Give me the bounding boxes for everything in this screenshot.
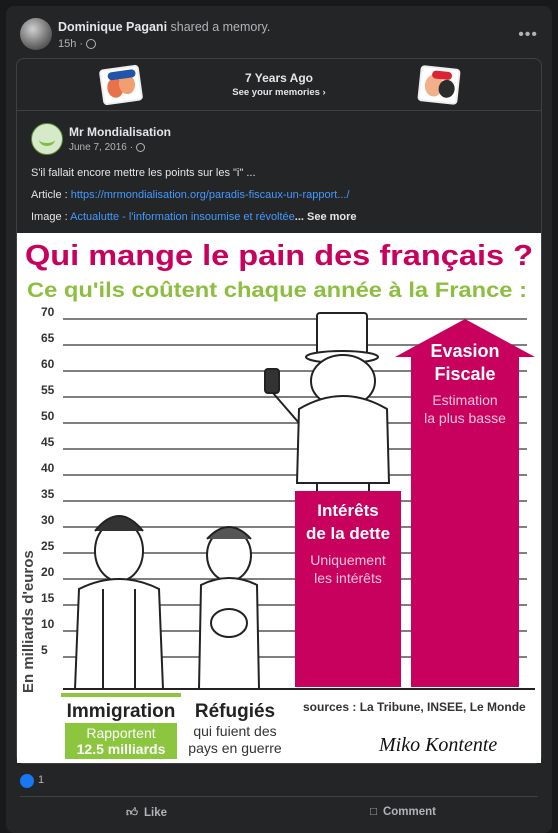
y-tick-label: 10 bbox=[41, 617, 55, 631]
memory-card: 7 Years Ago See your memories › Mr Mondi… bbox=[16, 58, 542, 764]
y-tick-label: 25 bbox=[41, 539, 55, 553]
more-options-icon[interactable]: ••• bbox=[518, 26, 538, 44]
bar2-sub-1: Estimation bbox=[432, 392, 497, 408]
post-header: Dominique Pagani shared a memory. 15h · … bbox=[20, 16, 540, 56]
refugee-illustration bbox=[197, 526, 261, 690]
thumbs-up-icon: 👍︎ bbox=[126, 807, 139, 819]
y-tick-label: 15 bbox=[41, 591, 55, 605]
article-link[interactable]: https://mrmondialisation.org/paradis-fis… bbox=[71, 189, 350, 201]
memory-title: 7 Years Ago bbox=[244, 71, 314, 85]
immigration-sub-2: 12.5 milliards bbox=[77, 741, 166, 757]
y-tick-label: 20 bbox=[41, 565, 55, 579]
bar1-sub-2: les intérêts bbox=[314, 570, 382, 586]
y-tick-label: 45 bbox=[41, 435, 55, 449]
signature: Miko Kontente bbox=[378, 734, 497, 756]
post-image[interactable]: Qui mange le pain des français ? Ce qu'i… bbox=[17, 233, 541, 763]
y-axis-label: En milliards d'euros bbox=[20, 550, 37, 693]
page-avatar[interactable] bbox=[31, 123, 63, 155]
bar-interets bbox=[295, 491, 401, 687]
post-text-line: S'il fallait encore mettre les points su… bbox=[31, 167, 256, 179]
memory-sticker-icon bbox=[417, 65, 461, 105]
post-author-line: Dominique Pagani shared a memory. bbox=[58, 20, 270, 34]
bar2-label-2: Fiscale bbox=[434, 364, 495, 384]
bar1-sub-1: Uniquement bbox=[310, 552, 386, 568]
reaction-count[interactable]: 1 bbox=[38, 774, 44, 786]
page-name[interactable]: Mr Mondialisation bbox=[69, 125, 171, 139]
image-subtitle: Ce qu'ils coûtent chaque année à la Fran… bbox=[27, 279, 527, 302]
immigration-sub-1: Rapportent bbox=[86, 725, 155, 741]
y-tick-label: 40 bbox=[41, 461, 55, 475]
bar2-sub-2: la plus basse bbox=[424, 410, 506, 426]
refugees-sub-1: qui fuient des bbox=[193, 723, 276, 739]
post-date-line: June 7, 2016 · bbox=[69, 142, 146, 153]
post-article-line: Article : https://mrmondialisation.org/p… bbox=[31, 189, 350, 201]
y-tick-label: 30 bbox=[41, 513, 55, 527]
immigration-bar bbox=[61, 693, 181, 697]
worker-illustration bbox=[73, 515, 165, 690]
comment-button[interactable]: □ Comment bbox=[370, 806, 436, 818]
post-meta: 15h · bbox=[58, 38, 97, 50]
immigration-label: Immigration bbox=[67, 701, 176, 722]
y-tick-label: 35 bbox=[41, 487, 55, 501]
author-name[interactable]: Dominique Pagani bbox=[58, 20, 167, 34]
see-memories-link[interactable]: See your memories › bbox=[17, 87, 541, 98]
globe-icon bbox=[86, 39, 97, 49]
avatar[interactable] bbox=[20, 18, 52, 50]
like-button[interactable]: 👍︎ Like bbox=[126, 806, 167, 820]
image-title: Qui mange le pain des français ? bbox=[25, 240, 533, 272]
post-time[interactable]: 15h bbox=[58, 38, 76, 50]
comment-icon: □ bbox=[370, 806, 377, 818]
post-image-line: Image : Actualutte - l'information insou… bbox=[31, 211, 357, 223]
memory-header: 7 Years Ago See your memories › bbox=[17, 59, 541, 111]
image-credit-link[interactable]: Actualutte - l'information insoumise et … bbox=[70, 211, 295, 223]
feed-post: Dominique Pagani shared a memory. 15h · … bbox=[6, 6, 552, 833]
y-tick-label: 70 bbox=[41, 305, 55, 319]
bar2-label-1: Evasion bbox=[430, 341, 499, 361]
y-tick-label: 50 bbox=[41, 409, 55, 423]
divider bbox=[20, 796, 538, 797]
banker-illustration bbox=[264, 312, 391, 491]
post-footer: 1 👍︎ Like □ Comment bbox=[6, 766, 552, 833]
refugees-label: Réfugiés bbox=[195, 701, 275, 722]
y-tick-label: 65 bbox=[41, 331, 55, 345]
like-reaction-icon[interactable] bbox=[20, 774, 34, 788]
sources-text: sources : La Tribune, INSEE, Le Monde bbox=[303, 700, 526, 714]
globe-icon bbox=[136, 143, 146, 152]
post-date[interactable]: June 7, 2016 bbox=[69, 142, 127, 153]
refugees-sub-2: pays en guerre bbox=[188, 740, 282, 756]
see-more-link[interactable]: ... See more bbox=[295, 211, 357, 223]
bar1-label-1: Intérêts bbox=[317, 501, 378, 520]
bar1-label-2: de la dette bbox=[306, 524, 390, 543]
share-action-text: shared a memory. bbox=[170, 20, 271, 34]
y-tick-label: 60 bbox=[41, 357, 55, 371]
y-tick-label: 5 bbox=[41, 643, 48, 657]
y-tick-label: 55 bbox=[41, 383, 55, 397]
